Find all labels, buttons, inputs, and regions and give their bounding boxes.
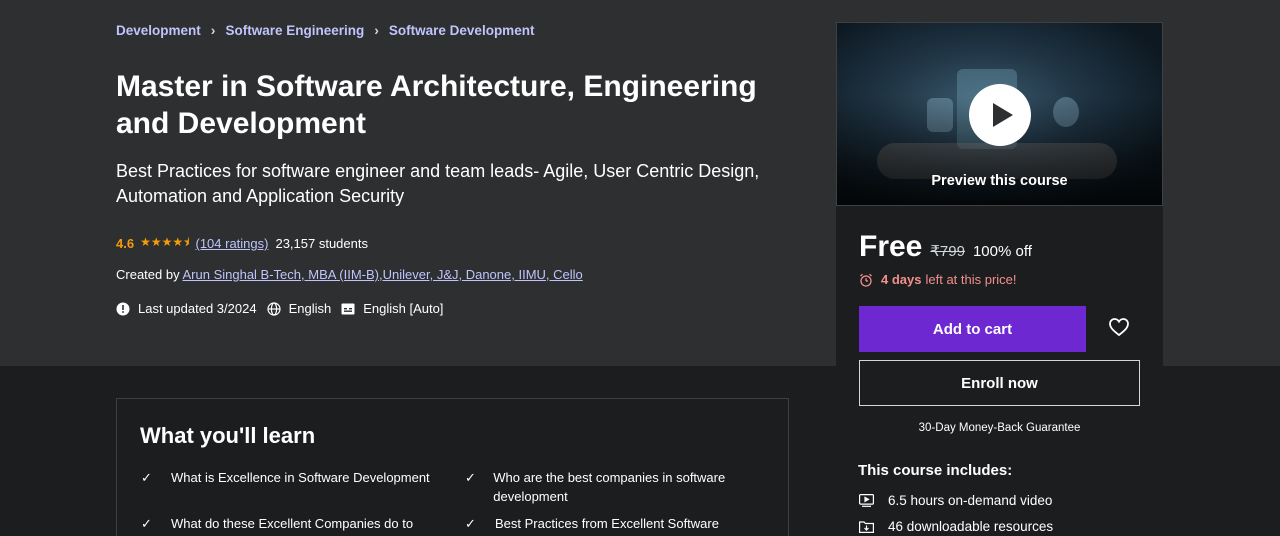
learn-title: What you'll learn xyxy=(140,423,316,448)
preview-caption: Preview this course xyxy=(931,173,1068,189)
rating-row: 4.6 ★★★★⯨ (104 ratings) 23,157 students xyxy=(116,233,368,254)
original-price: ₹799 xyxy=(930,243,965,260)
alarm-clock-icon xyxy=(859,273,873,287)
learn-item-text: What is Excellence in Software Developme… xyxy=(171,470,430,485)
includes-item-resources: 46 downloadable resources xyxy=(858,518,1053,534)
video-icon xyxy=(858,492,874,508)
play-icon xyxy=(993,103,1013,127)
price-timer: 4 days left at this price! xyxy=(859,272,1017,287)
purchase-card: Free ₹799 100% off 4 days left at this p… xyxy=(836,206,1163,536)
course-subtitle: Best Practices for software engineer and… xyxy=(116,161,760,206)
captions-text: English [Auto] xyxy=(363,301,444,316)
course-captions: English [Auto] xyxy=(341,301,443,316)
learn-item-text: Best Practices from Excellent Software xyxy=(495,516,719,531)
last-updated-text: Last updated 3/2024 xyxy=(138,301,257,316)
course-language: English xyxy=(266,301,332,316)
checkmark-icon: ✓ xyxy=(465,516,476,531)
last-updated: Last updated 3/2024 xyxy=(116,301,257,316)
timer-text: left at this price! xyxy=(925,272,1017,287)
heart-icon xyxy=(1108,317,1130,342)
checkmark-icon: ✓ xyxy=(465,470,476,485)
includes-resources-text: 46 downloadable resources xyxy=(888,518,1054,534)
created-by-label: Created by xyxy=(116,267,180,282)
course-preview-video[interactable]: Preview this course xyxy=(836,22,1163,206)
what-youll-learn: What you'll learn ✓ What is Excellence i… xyxy=(116,398,789,536)
ratings-link[interactable]: (104 ratings) xyxy=(195,236,268,251)
chevron-right-icon: › xyxy=(210,22,216,38)
alert-badge-icon xyxy=(116,302,130,316)
includes-item-video: 6.5 hours on-demand video xyxy=(858,492,1052,508)
includes-video-text: 6.5 hours on-demand video xyxy=(888,492,1053,508)
discount-percent: 100% off xyxy=(972,243,1032,260)
rating-score: 4.6 xyxy=(116,236,135,251)
closed-captions-icon xyxy=(341,302,355,316)
learn-item-text: Who are the best companies in software d… xyxy=(493,470,726,504)
checkmark-icon: ✓ xyxy=(141,516,152,531)
add-to-cart-button[interactable]: Add to cart xyxy=(859,306,1086,352)
learn-item: ✓ What do these Excellent Companies do t… xyxy=(141,514,441,533)
chevron-right-icon: › xyxy=(374,22,379,38)
wishlist-button[interactable] xyxy=(1096,306,1142,352)
breadcrumb: Development › Software Engineering › Sof… xyxy=(116,22,534,38)
breadcrumb-development[interactable]: Development xyxy=(116,23,201,38)
course-meta: Last updated 3/2024 English English [Aut… xyxy=(116,301,453,316)
price-row: Free ₹799 100% off xyxy=(859,230,1032,264)
learn-item-text: What do these Excellent Companies do to xyxy=(171,516,414,531)
current-price: Free xyxy=(859,230,923,263)
folder-download-icon xyxy=(858,518,874,534)
created-by: Created by Arun Singhal B-Tech, MBA (IIM… xyxy=(116,267,583,282)
includes-title: This course includes: xyxy=(858,462,1013,479)
star-rating-icon: ★★★★⯨ xyxy=(140,235,190,249)
checkmark-icon: ✓ xyxy=(141,470,152,485)
money-back-guarantee: 30-Day Money-Back Guarantee xyxy=(918,422,1081,434)
language-text: English xyxy=(288,301,332,316)
students-count: 23,157 students xyxy=(275,236,368,251)
timer-days: 4 days xyxy=(881,272,922,287)
learn-item: ✓ Who are the best companies in software… xyxy=(465,468,765,506)
breadcrumb-software-engineering[interactable]: Software Engineering xyxy=(225,23,364,38)
instructor-link[interactable]: Arun Singhal B-Tech, MBA (IIM-B),Unileve… xyxy=(183,267,583,282)
breadcrumb-software-development[interactable]: Software Development xyxy=(389,23,535,38)
enroll-now-button[interactable]: Enroll now xyxy=(859,360,1140,406)
globe-icon xyxy=(266,301,281,316)
learn-item: ✓ Best Practices from Excellent Software xyxy=(465,514,765,533)
play-button[interactable] xyxy=(969,84,1031,146)
learn-item: ✓ What is Excellence in Software Develop… xyxy=(141,468,441,487)
course-title: Master in Software Architecture, Enginee… xyxy=(116,70,757,140)
